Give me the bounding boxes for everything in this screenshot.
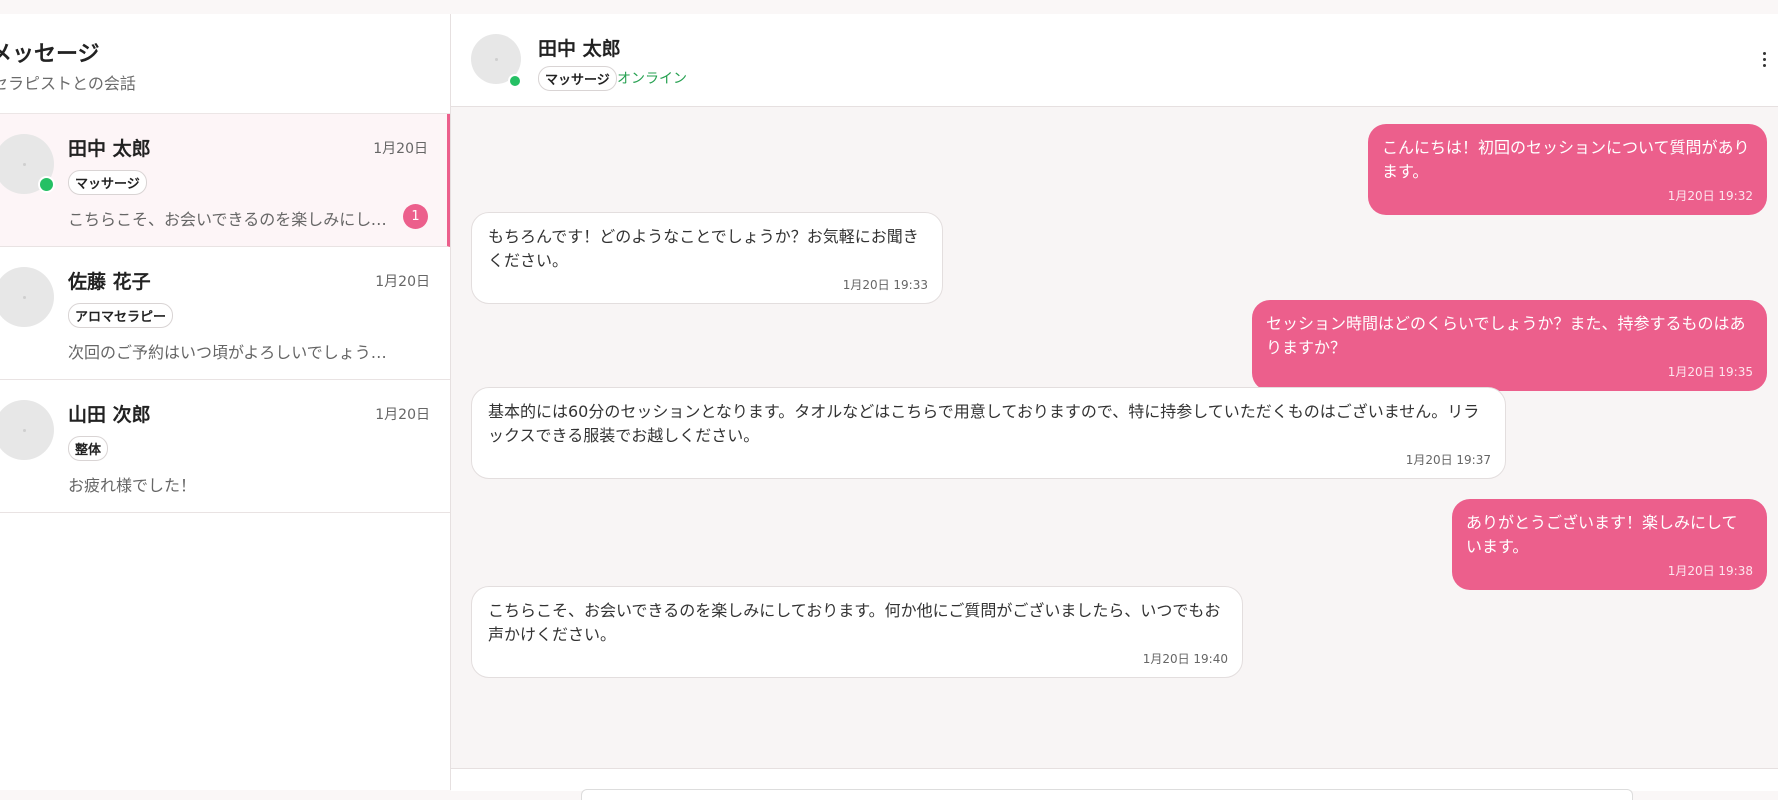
- message-time: 1月20日 19:32: [1667, 189, 1753, 203]
- avatar: [0, 267, 54, 327]
- message-text: こちらこそ、お会いできるのを楽しみにしております。何か他にご質問がございましたら…: [488, 601, 1221, 644]
- conversation-item-yamada[interactable]: 山田 次郎 1月20日 整体 お疲れ様でした！: [0, 380, 450, 513]
- avatar-placeholder-icon: [22, 428, 26, 432]
- avatar-placeholder-icon: [22, 295, 26, 299]
- avatar: [0, 400, 54, 460]
- message-text: ありがとうございます！楽しみにしています。: [1466, 513, 1738, 556]
- online-indicator: [38, 176, 55, 193]
- conversation-date: 1月20日: [373, 141, 428, 157]
- unread-badge: 1: [403, 204, 428, 229]
- service-tag: アロマセラピー: [68, 303, 174, 328]
- sidebar-header: メッセージ セラピストとの会話: [0, 14, 450, 114]
- conversation-name: 田中 太郎: [68, 138, 151, 160]
- service-tag: 整体: [68, 436, 109, 461]
- message-bubble-sent: セッション時間はどのくらいでしょうか？また、持参するものはありますか？ 1月20…: [1252, 300, 1767, 391]
- service-tag: マッサージ: [68, 170, 147, 195]
- message-time: 1月20日 19:35: [1667, 365, 1753, 379]
- message-time: 1月20日 19:33: [842, 278, 928, 292]
- message-time: 1月20日 19:37: [1405, 453, 1491, 467]
- message-bubble-received: こちらこそ、お会いできるのを楽しみにしております。何か他にご質問がございましたら…: [471, 586, 1243, 678]
- message-bubble-sent: ありがとうございます！楽しみにしています。 1月20日 19:38: [1452, 499, 1767, 590]
- sidebar-subtitle: セラピストとの会話: [0, 74, 136, 93]
- message-input-bar: [451, 768, 1778, 800]
- more-vertical-icon[interactable]: [1758, 44, 1770, 74]
- conversation-sidebar: メッセージ セラピストとの会話 田中 太郎 1月20日 マッサージ こちらこそ、…: [0, 14, 451, 790]
- conversation-item-tanaka[interactable]: 田中 太郎 1月20日 マッサージ こちらこそ、お会いできるのを楽しみにしており…: [0, 114, 450, 247]
- service-tag: マッサージ: [538, 66, 617, 91]
- sidebar-title: メッセージ: [0, 42, 100, 67]
- online-status: オンライン: [617, 71, 687, 87]
- conversation-name: 山田 次郎: [68, 404, 151, 426]
- message-text: もちろんです！どのようなことでしょうか？お気軽にお聞きください。: [488, 227, 919, 270]
- conversation-preview: 次回のご予約はいつ頃がよろしいでしょうか？: [68, 343, 398, 362]
- conversation-preview: お疲れ様でした！: [68, 476, 197, 495]
- message-bubble-received: もちろんです！どのようなことでしょうか？お気軽にお聞きください。 1月20日 1…: [471, 212, 943, 304]
- message-text: セッション時間はどのくらいでしょうか？また、持参するものはありますか？: [1266, 314, 1746, 357]
- conversation-date: 1月20日: [375, 407, 430, 423]
- message-bubble-received: 基本的には60分のセッションとなります。タオルなどはこちらで用意しておりますので…: [471, 387, 1506, 479]
- message-text: 基本的には60分のセッションとなります。タオルなどはこちらで用意しておりますので…: [488, 402, 1480, 445]
- message-input[interactable]: [581, 789, 1633, 800]
- avatar-placeholder-icon: [494, 57, 498, 61]
- message-time: 1月20日 19:40: [1142, 652, 1228, 666]
- chat-header: 田中 太郎 マッサージ オンライン: [451, 14, 1778, 107]
- conversation-item-sato[interactable]: 佐藤 花子 1月20日 アロマセラピー 次回のご予約はいつ頃がよろしいでしょうか…: [0, 247, 450, 380]
- chat-contact-name: 田中 太郎: [538, 38, 621, 60]
- messaging-app: メッセージ セラピストとの会話 田中 太郎 1月20日 マッサージ こちらこそ、…: [0, 14, 1778, 800]
- message-time: 1月20日 19:38: [1667, 564, 1753, 578]
- message-list: こんにちは！初回のセッションについて質問があります。 1月20日 19:32 も…: [451, 107, 1778, 790]
- conversation-date: 1月20日: [375, 274, 430, 290]
- chat-panel: 田中 太郎 マッサージ オンライン こんにちは！初回のセッションについて質問があ…: [451, 14, 1778, 800]
- avatar-placeholder-icon: [22, 162, 26, 166]
- message-text: こんにちは！初回のセッションについて質問があります。: [1382, 138, 1750, 181]
- online-indicator: [508, 74, 522, 88]
- conversation-name: 佐藤 花子: [68, 271, 151, 293]
- message-bubble-sent: こんにちは！初回のセッションについて質問があります。 1月20日 19:32: [1368, 124, 1767, 215]
- conversation-list: 田中 太郎 1月20日 マッサージ こちらこそ、お会いできるのを楽しみにしており…: [0, 114, 450, 513]
- conversation-preview: こちらこそ、お会いできるのを楽しみにしております。何か他にご質問がございましたら…: [68, 210, 398, 229]
